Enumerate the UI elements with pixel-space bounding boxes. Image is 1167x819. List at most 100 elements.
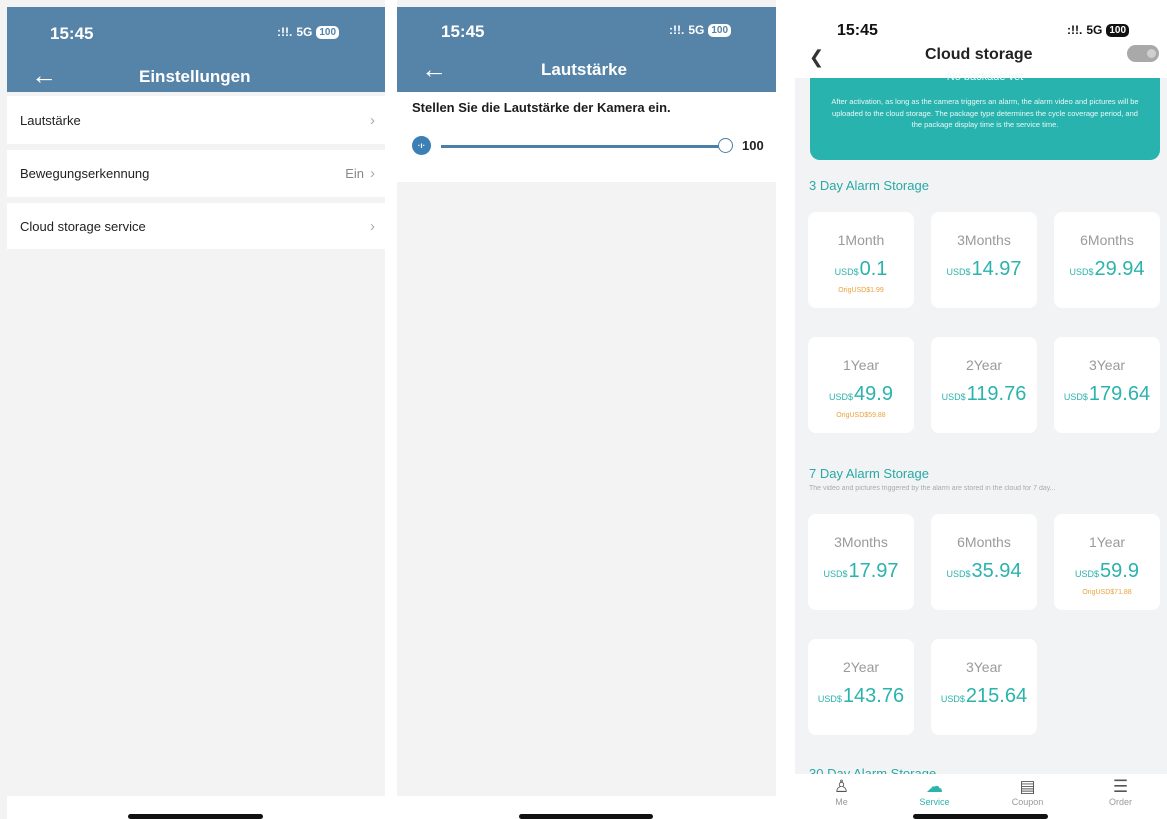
plan-period: 3Year (1088, 357, 1126, 373)
original-price: OrigUSD$59.88 (836, 412, 886, 419)
page-title: Einstellungen (139, 67, 251, 86)
chevron-left-icon[interactable]: ❮ (809, 47, 824, 68)
plan-price: USD$119.76 (931, 383, 1037, 406)
price-amount: 0.1 (859, 258, 888, 280)
plan-card[interactable]: 1Year USD$59.9 OrigUSD$71.88 (1054, 514, 1160, 610)
settings-row-volume[interactable]: Lautstärke › (7, 96, 385, 144)
network-label: 5G (1086, 23, 1103, 37)
row-label: Lautstärke (20, 112, 81, 128)
currency-label: USD$ (1063, 392, 1088, 402)
cloud-storage-header: 15:45 :!!. 5G 100 ❮ Cloud storage (795, 0, 1167, 78)
page-title: Cloud storage (925, 46, 1033, 63)
tab-order[interactable]: ☰ Order (1074, 774, 1167, 819)
tab-service[interactable]: ☁ Service (888, 774, 981, 819)
back-arrow-icon[interactable]: ← (31, 62, 57, 88)
battery-icon: 100 (708, 23, 732, 37)
status-bar-right: :!!. 5G 100 (277, 25, 340, 39)
plan-card[interactable]: 2Year USD$143.76 (808, 639, 914, 735)
currency-label: USD$ (946, 569, 971, 579)
plan-period: 1Month (837, 232, 885, 248)
signal-icon: :!!. (669, 23, 685, 37)
status-time: 15:45 (837, 22, 878, 39)
plan-period: 2Year (965, 357, 1003, 373)
signal-icon: :!!. (1067, 23, 1083, 37)
price-amount: 35.94 (971, 560, 1022, 582)
plan-price: USD$215.64 (931, 685, 1037, 708)
header-toggle[interactable] (1127, 45, 1159, 62)
section-subtitle-7day: The video and pictures triggered by the … (809, 485, 1056, 492)
plan-period: 3Months (957, 232, 1011, 248)
section-title-3day: 3 Day Alarm Storage (809, 178, 929, 193)
back-arrow-icon[interactable]: ← (421, 56, 447, 82)
home-indicator (128, 814, 263, 819)
status-bar-right: :!!. 5G 100 (669, 23, 732, 37)
plan-price: USD$49.9 (808, 383, 914, 406)
plan-card[interactable]: 1Year USD$49.9 OrigUSD$59.88 (808, 337, 914, 433)
currency-label: USD$ (941, 392, 966, 402)
status-time: 15:45 (441, 22, 485, 41)
currency-label: USD$ (823, 569, 848, 579)
plan-period: 1Year (842, 357, 880, 373)
list-icon: ☰ (1112, 777, 1129, 796)
price-amount: 14.97 (971, 258, 1022, 280)
plan-card[interactable]: 2Year USD$119.76 (931, 337, 1037, 433)
volume-settings-card: Stellen Sie die Lautstärke der Kamera ei… (397, 92, 776, 182)
price-amount: 17.97 (848, 560, 899, 582)
row-label: Bewegungserkennung (20, 166, 150, 181)
volume-header: 15:45 :!!. 5G 100 ← Lautstärke (397, 7, 776, 92)
price-amount: 143.76 (842, 685, 905, 707)
network-label: 5G (296, 25, 313, 39)
settings-header: 15:45 :!!. 5G 100 ← Einstellungen (7, 7, 385, 92)
volume-screen: 15:45 :!!. 5G 100 ← Lautstärke Stellen S… (397, 0, 776, 819)
plan-price: USD$59.9 (1054, 560, 1160, 583)
volume-slider-track[interactable] (441, 145, 724, 148)
tab-label: Me (835, 797, 848, 807)
battery-icon: 100 (316, 25, 340, 39)
speaker-icon[interactable]: ·ı· (412, 136, 431, 155)
plan-card[interactable]: 3Months USD$17.97 (808, 514, 914, 610)
chevron-right-icon: › (370, 111, 375, 129)
plan-period: 6Months (1080, 232, 1134, 248)
chevron-right-icon: › (370, 217, 375, 235)
price-amount: 49.9 (854, 383, 893, 405)
currency-label: USD$ (940, 694, 965, 704)
volume-value: 100 (742, 138, 764, 153)
tab-label: Order (1108, 797, 1132, 807)
section-title-30day: 30 Day Alarm Storage (809, 766, 937, 774)
plan-period: 3Year (965, 659, 1003, 675)
price-amount: 215.64 (965, 685, 1028, 707)
plan-period: 1Year (1088, 534, 1126, 550)
settings-row-cloud-storage[interactable]: Cloud storage service › (7, 203, 385, 249)
row-value: Ein (345, 166, 364, 181)
plan-card[interactable]: 3Year USD$215.64 (931, 639, 1037, 735)
plan-card[interactable]: 6Months USD$35.94 (931, 514, 1037, 610)
plan-price: USD$17.97 (808, 560, 914, 583)
plan-card[interactable]: 3Months USD$14.97 (931, 212, 1037, 308)
plan-card[interactable]: 1Month USD$0.1 OrigUSD$1.99 (808, 212, 914, 308)
plan-card[interactable]: 3Year USD$179.64 (1054, 337, 1160, 433)
activation-info-banner: No package yet After activation, as long… (810, 72, 1160, 160)
currency-label: USD$ (1069, 267, 1094, 277)
cloud-icon: ☁ (926, 777, 943, 796)
tab-coupon[interactable]: ▤ Coupon (981, 774, 1074, 819)
volume-slider-handle[interactable] (718, 138, 733, 153)
network-label: 5G (688, 23, 705, 37)
price-amount: 179.64 (1088, 383, 1151, 405)
settings-row-motion-detection[interactable]: Bewegungserkennung Ein › (7, 150, 385, 197)
plan-period: 2Year (842, 659, 880, 675)
row-label: Cloud storage service (20, 218, 146, 234)
tab-me[interactable]: ♙ Me (795, 774, 888, 819)
price-amount: 119.76 (966, 383, 1027, 405)
plan-card[interactable]: 6Months USD$29.94 (1054, 212, 1160, 308)
currency-label: USD$ (1075, 569, 1100, 579)
volume-instruction: Stellen Sie die Lautstärke der Kamera ei… (412, 100, 671, 115)
tab-label: Service (919, 797, 950, 807)
home-indicator (913, 814, 1048, 819)
status-bar-right: :!!. 5G 100 (1067, 23, 1130, 37)
original-price: OrigUSD$71.88 (1082, 589, 1132, 596)
price-amount: 59.9 (1100, 560, 1139, 582)
plan-period: 3Months (834, 534, 888, 550)
status-time: 15:45 (50, 24, 94, 43)
plan-price: USD$179.64 (1054, 383, 1160, 406)
battery-icon: 100 (1106, 23, 1130, 37)
